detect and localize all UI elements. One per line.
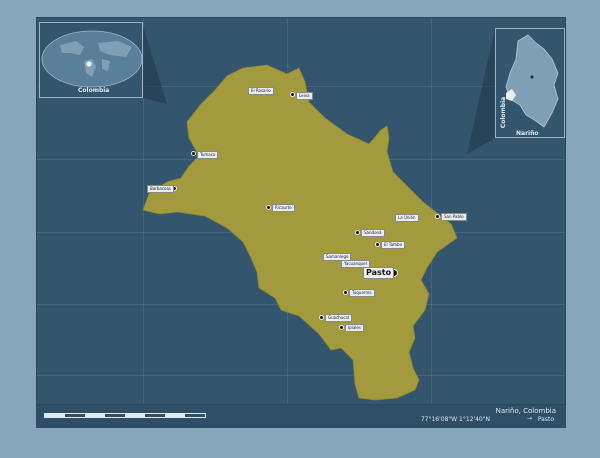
city-dot[interactable] <box>375 242 380 247</box>
city-label: San Pablo <box>441 213 467 221</box>
city-label: Barbacoas <box>147 185 175 193</box>
country-inset-country-label: Colombia <box>500 96 508 129</box>
city-dot[interactable] <box>435 214 440 219</box>
city-dot[interactable] <box>266 205 271 210</box>
city-dot[interactable] <box>191 151 196 156</box>
city-label: Ipiales <box>345 324 364 332</box>
city-label: Sandoná <box>361 229 385 237</box>
city-dot[interactable] <box>319 315 324 320</box>
city-label: Túquerres <box>349 289 375 297</box>
city-label: Leiva <box>296 92 313 100</box>
capital-legend-arrow: → <box>526 415 532 422</box>
capital-legend-label: Pasto <box>537 416 554 423</box>
map-footer: Nariño, Colombia 77°16'08"W 1°12'40"N Pa… <box>36 404 566 428</box>
map-title: Nariño, Colombia <box>495 407 556 415</box>
coordinates-label: 77°16'08"W 1°12'40"N <box>420 416 490 423</box>
map-canvas[interactable]: El Rosario Leiva Tumaco Barbacoas Ricaur… <box>36 17 566 427</box>
city-dot[interactable] <box>343 290 348 295</box>
city-label: El Tambo <box>381 241 406 249</box>
city-label: Guachucal <box>325 314 353 322</box>
region-polygon <box>142 64 458 401</box>
city-label: Ricaurte <box>272 204 295 212</box>
world-inset[interactable]: Colombia <box>39 22 143 98</box>
map-frame: El Rosario Leiva Tumaco Barbacoas Ricaur… <box>0 0 600 458</box>
city-label: La Unión <box>395 214 419 222</box>
country-inset-label: Nariño <box>516 130 539 137</box>
country-inset[interactable]: Nariño Colombia <box>495 28 565 138</box>
world-inset-label: Colombia <box>78 87 110 94</box>
city-dot[interactable] <box>290 92 295 97</box>
scale-bar <box>44 413 206 418</box>
city-label: El Rosario <box>248 87 274 95</box>
capital-label: Pasto <box>363 267 395 279</box>
city-dot[interactable] <box>339 325 344 330</box>
city-label: Tumaco <box>197 151 219 159</box>
city-dot[interactable] <box>355 230 360 235</box>
